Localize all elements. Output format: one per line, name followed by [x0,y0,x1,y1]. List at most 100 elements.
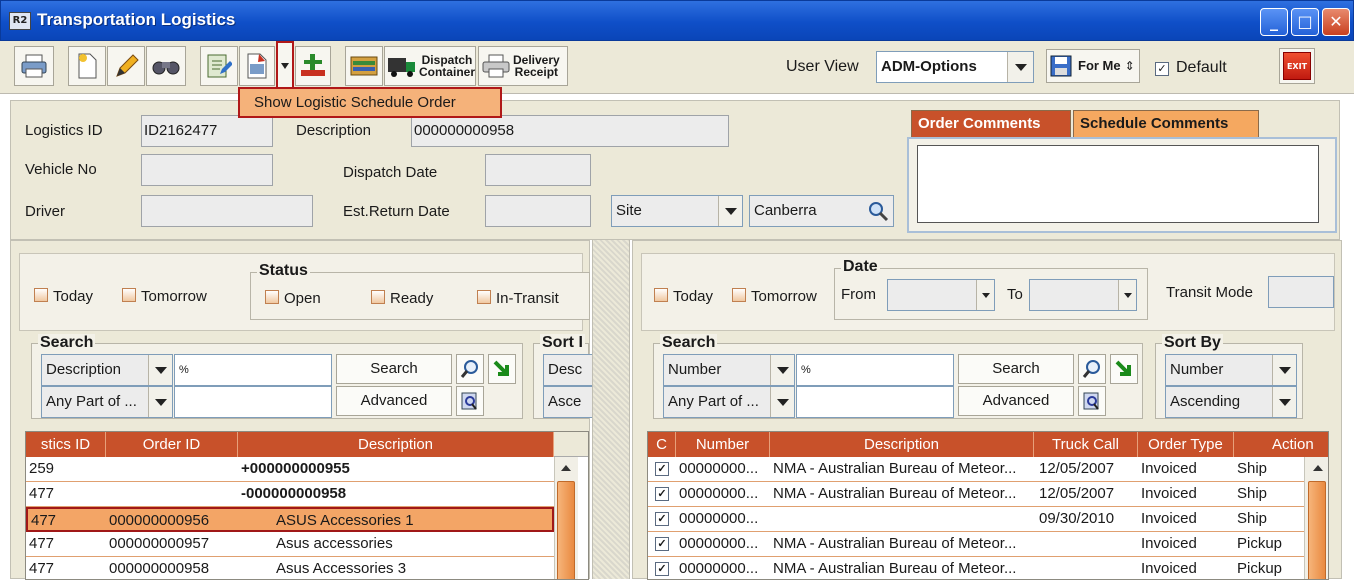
left-scroll-thumb[interactable] [557,481,575,579]
left-sort-field-select[interactable]: Desc [543,354,593,386]
table-row[interactable]: ✓ 00000000... NMA - Australian Bureau of M… [648,457,1304,482]
est-return-date-field[interactable] [485,195,591,227]
dispatch-container-button[interactable]: Dispatch Container [384,46,476,86]
maximize-button[interactable]: □ [1291,8,1319,36]
to-date-field[interactable] [1029,279,1137,311]
right-match-mode-dropdown[interactable] [770,387,794,417]
status-intransit-radio[interactable]: In-Transit [477,290,559,307]
description-field[interactable]: 000000000958 [411,115,729,147]
site-value-field[interactable]: Canberra [749,195,894,227]
right-today-radio[interactable]: Today [654,288,713,305]
from-date-dropdown[interactable] [976,280,994,310]
table-row[interactable]: ✓ 00000000... NMA - Australian Bureau of M… [648,482,1304,507]
col-order-type[interactable]: Order Type [1138,432,1234,457]
route-button[interactable] [295,46,331,86]
left-find-button[interactable] [456,354,484,384]
transit-mode-field[interactable] [1268,276,1334,308]
print-button[interactable] [14,46,54,86]
right-sort-field-select[interactable]: Number [1165,354,1297,386]
table-row[interactable]: ✓ 00000000... NMA - Australian Bureau of M… [648,557,1304,579]
notes-button[interactable] [200,46,238,86]
table-row[interactable]: 477 -000000000958 [26,482,554,507]
col-description[interactable]: Description [238,432,554,457]
user-view-select[interactable]: ADM-Options [876,51,1034,83]
left-match-mode-dropdown[interactable] [148,387,172,417]
right-search-field-dropdown[interactable] [770,355,794,385]
row-checkbox[interactable]: ✓ [655,487,669,501]
to-date-dropdown[interactable] [1118,280,1136,310]
row-checkbox[interactable]: ✓ [655,512,669,526]
right-search-input[interactable]: % [796,354,954,386]
row-checkbox[interactable]: ✓ [655,562,669,576]
right-search-field-select[interactable]: Number [663,354,795,386]
table-row[interactable]: ✓ 00000000... NMA - Australian Bureau of M… [648,532,1304,557]
driver-field[interactable] [141,195,313,227]
left-today-radio[interactable]: Today [34,288,93,305]
right-advanced-icon-button[interactable] [1078,386,1106,416]
left-search-button[interactable]: Search [336,354,452,384]
table-row[interactable]: ✓ 00000000... 09/30/2010 Invoiced Ship [648,507,1304,532]
site-type-select[interactable]: Site [611,195,743,227]
right-advanced-button[interactable]: Advanced [958,386,1074,416]
left-search-input-2[interactable] [174,386,332,418]
col-logistics-id[interactable]: stics ID [26,432,106,457]
schedule-button[interactable] [239,46,275,86]
left-search-field-dropdown[interactable] [148,355,172,385]
row-checkbox[interactable]: ✓ [655,462,669,476]
exit-button[interactable]: EXIT [1279,48,1315,84]
col-truck-call[interactable]: Truck Call [1034,432,1138,457]
left-tomorrow-radio[interactable]: Tomorrow [122,288,207,305]
close-button[interactable]: ✕ [1322,8,1350,36]
site-type-dropdown[interactable] [718,196,742,226]
table-row[interactable]: 477 000000000958 Asus Accessories 3 [26,557,554,579]
status-open-radio[interactable]: Open [265,290,321,307]
edit-button[interactable] [107,46,145,86]
title-bar[interactable]: R2 Transportation Logistics _ □ ✕ [0,0,1354,41]
scroll-up-icon[interactable] [561,465,571,471]
right-match-mode-select[interactable]: Any Part of ... [663,386,795,418]
dispatch-date-field[interactable] [485,154,591,186]
minimize-button[interactable]: _ [1260,8,1288,36]
table-row[interactable]: 477 000000000957 Asus accessories [26,532,554,557]
right-search-button[interactable]: Search [958,354,1074,384]
splitter[interactable] [592,240,630,579]
col-order-id[interactable]: Order ID [106,432,238,457]
right-scrollbar[interactable] [1304,457,1328,579]
left-sort-order-select[interactable]: Asce [543,386,593,418]
find-button[interactable] [146,46,186,86]
search-icon[interactable] [867,200,889,222]
status-ready-radio[interactable]: Ready [371,290,433,307]
right-scroll-thumb[interactable] [1308,481,1326,579]
left-advanced-button[interactable]: Advanced [336,386,452,416]
table-row-selected[interactable]: 477 000000000956 ASUS Accessories 1 [26,507,554,532]
tab-schedule-comments[interactable]: Schedule Comments [1073,110,1259,138]
left-search-input[interactable]: % [174,354,332,386]
right-go-button[interactable] [1110,354,1138,384]
scroll-up-icon[interactable] [1313,465,1323,471]
col-action[interactable]: Action [1234,432,1328,457]
col-description[interactable]: Description [770,432,1034,457]
default-checkbox[interactable]: ✓ [1155,62,1169,76]
show-logistic-schedule-order-menu-item[interactable]: Show Logistic Schedule Order [238,87,502,118]
container-button[interactable] [345,46,383,86]
right-sort-field-dropdown[interactable] [1272,355,1296,385]
comments-textarea[interactable] [917,145,1319,223]
right-sort-order-select[interactable]: Ascending [1165,386,1297,418]
left-match-mode-select[interactable]: Any Part of ... [41,386,173,418]
logistics-id-field[interactable]: ID2162477 [141,115,273,147]
left-search-field-select[interactable]: Description [41,354,173,386]
col-number[interactable]: Number [676,432,770,457]
col-check[interactable]: C [648,432,676,457]
right-search-input-2[interactable] [796,386,954,418]
left-scrollbar[interactable] [554,457,578,579]
vehicle-no-field[interactable] [141,154,273,186]
row-checkbox[interactable]: ✓ [655,537,669,551]
new-button[interactable] [68,46,106,86]
right-tomorrow-radio[interactable]: Tomorrow [732,288,817,305]
schedule-dropdown-button[interactable] [276,41,294,91]
left-advanced-icon-button[interactable] [456,386,484,416]
for-me-button[interactable]: For Me ⇕ [1046,49,1140,83]
left-go-button[interactable] [488,354,516,384]
right-sort-order-dropdown[interactable] [1272,387,1296,417]
user-view-dropdown[interactable] [1007,52,1033,82]
